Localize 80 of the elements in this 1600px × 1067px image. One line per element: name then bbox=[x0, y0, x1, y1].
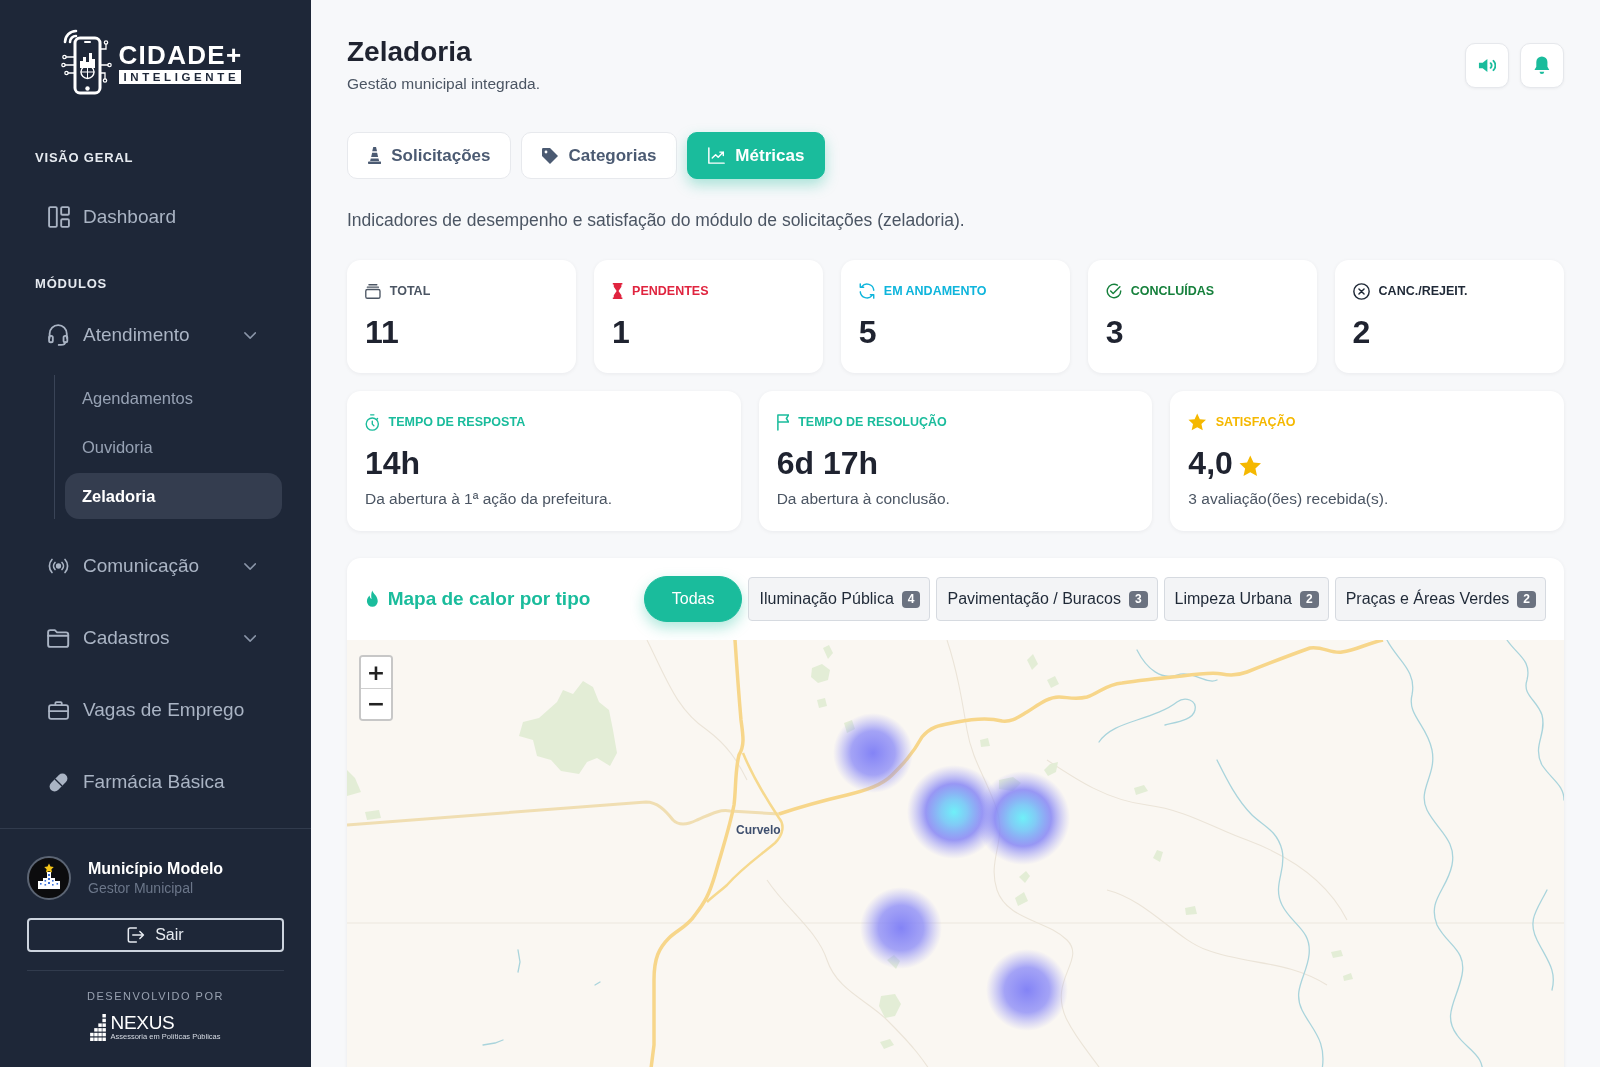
briefcase-icon bbox=[47, 700, 70, 720]
chevron-down-icon bbox=[243, 562, 256, 570]
stopwatch-icon bbox=[365, 413, 380, 431]
traffic-cone-icon bbox=[368, 147, 382, 164]
metric-note: Da abertura à 1ª ação da prefeitura. bbox=[365, 489, 613, 509]
stat-value: 1 bbox=[611, 314, 631, 350]
metric-value: 6d 17h bbox=[776, 445, 879, 481]
section-title: Mapa de calor por tipo bbox=[387, 588, 591, 610]
metric-label: TEMPO DE RESOLUÇÃO bbox=[798, 413, 947, 431]
stat-value: 3 bbox=[1105, 314, 1125, 350]
stat-label: EM ANDAMENTO bbox=[883, 283, 987, 300]
check-circle-icon bbox=[1105, 283, 1122, 299]
filter-chip[interactable]: Limpeza Urbana 2 bbox=[1163, 577, 1329, 621]
submenu-item[interactable]: Ouvidoria bbox=[65, 424, 282, 470]
sidebar-item[interactable]: Comunicação bbox=[0, 541, 311, 591]
flag-icon bbox=[776, 413, 790, 431]
count-badge: 2 bbox=[1300, 590, 1319, 608]
tab[interactable]: Categorias bbox=[521, 132, 678, 179]
stat-label: TOTAL bbox=[389, 283, 431, 300]
filter-chip[interactable]: Iluminação Pública 4 bbox=[748, 577, 931, 621]
speaker-icon bbox=[1478, 58, 1496, 73]
metric-note: 3 avaliação(ões) recebida(s). bbox=[1188, 489, 1390, 509]
stat-value: 5 bbox=[858, 314, 878, 350]
tray-icon bbox=[365, 283, 381, 299]
logo-subtitle: INTELIGENTE bbox=[118, 69, 242, 84]
filter-chip[interactable]: Pavimentação / Buracos 3 bbox=[936, 577, 1158, 621]
x-circle-icon bbox=[1352, 282, 1370, 300]
refresh-icon bbox=[858, 283, 875, 299]
page-subtitle: Gestão municipal integrada. bbox=[347, 74, 540, 94]
metric-value: 4,0 bbox=[1188, 445, 1233, 481]
pixel-logo-icon bbox=[90, 1014, 107, 1041]
stat-value: 2 bbox=[1352, 314, 1372, 350]
tab[interactable]: Solicitações bbox=[347, 132, 512, 179]
stat-label: CONCLUÍDAS bbox=[1130, 282, 1215, 300]
sidebar-item[interactable]: Dashboard bbox=[0, 192, 311, 242]
stat-value: 11 bbox=[365, 314, 400, 350]
metric-note: Da abertura à conclusão. bbox=[776, 489, 951, 509]
folder-icon bbox=[47, 628, 70, 648]
count-badge: 2 bbox=[1517, 590, 1536, 608]
star-icon bbox=[1188, 413, 1207, 431]
sidebar-item[interactable]: Atendimento bbox=[0, 310, 311, 360]
sidebar-item[interactable]: Farmácia Básica bbox=[0, 757, 311, 807]
sound-button[interactable] bbox=[1465, 43, 1509, 88]
sidebar-item[interactable]: Vagas de Emprego bbox=[0, 685, 311, 735]
headset-icon bbox=[48, 324, 69, 346]
stat-label: PENDENTES bbox=[632, 283, 709, 300]
broadcast-icon bbox=[47, 558, 70, 574]
bell-icon bbox=[1534, 56, 1550, 75]
hourglass-icon bbox=[611, 283, 624, 299]
metric-value: 14h bbox=[365, 445, 421, 481]
logout-button[interactable]: Sair bbox=[27, 918, 284, 952]
developer-caption: DESENVOLVIDO POR bbox=[87, 989, 224, 1003]
user-role: Gestor Municipal bbox=[88, 879, 194, 898]
chevron-down-icon bbox=[243, 331, 256, 339]
count-badge: 3 bbox=[1128, 590, 1148, 608]
page-title: Zeladoria bbox=[347, 35, 472, 69]
notifications-button[interactable] bbox=[1520, 43, 1564, 88]
logo-title: CIDADE+ bbox=[118, 42, 243, 67]
count-badge: 4 bbox=[901, 590, 921, 608]
section-heading: VISÃO GERAL bbox=[34, 150, 134, 166]
flame-icon bbox=[366, 589, 379, 609]
tag-icon bbox=[542, 147, 559, 164]
logout-icon bbox=[127, 927, 146, 943]
submenu-item[interactable]: Zeladoria bbox=[65, 473, 282, 519]
stat-label: CANC./REJEIT. bbox=[1378, 283, 1468, 300]
section-heading: MÓDULOS bbox=[34, 276, 108, 292]
brand-name: NEXUS bbox=[110, 1013, 175, 1032]
sidebar-item[interactable]: Cadastros bbox=[0, 613, 311, 663]
star-icon bbox=[1238, 455, 1262, 477]
submenu-item[interactable]: Agendamentos bbox=[65, 375, 282, 421]
chart-line-icon bbox=[708, 147, 726, 164]
phone-logo-icon bbox=[60, 27, 113, 95]
metric-label: SATISFAÇÃO bbox=[1215, 413, 1296, 431]
filter-chip[interactable]: Praças e Áreas Verdes 2 bbox=[1334, 577, 1546, 621]
page-description: Indicadores de desempenho e satisfação do módulo de solicitações (zeladoria). bbox=[347, 209, 966, 231]
user-name: Município Modelo bbox=[88, 859, 224, 879]
layout-icon bbox=[47, 206, 70, 228]
metric-label: TEMPO DE RESPOSTA bbox=[388, 414, 526, 431]
chevron-down-icon bbox=[243, 634, 256, 642]
building-avatar-icon bbox=[27, 856, 71, 900]
